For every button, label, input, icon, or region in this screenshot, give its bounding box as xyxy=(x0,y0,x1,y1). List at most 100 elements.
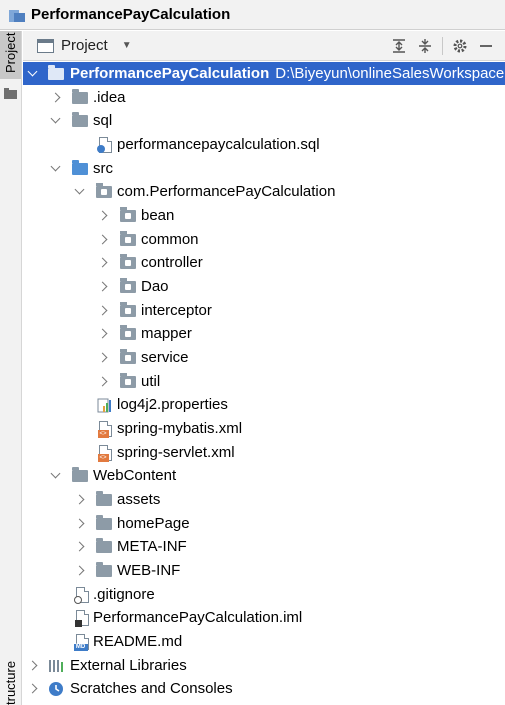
tree-node-controller[interactable]: controller xyxy=(23,251,505,274)
scratches-icon xyxy=(47,680,65,698)
tree-node-common[interactable]: common xyxy=(23,228,505,251)
minimize-icon xyxy=(480,45,492,47)
folder-icon[interactable] xyxy=(4,86,17,99)
library-icon xyxy=(47,657,65,675)
tree-node-log4j2[interactable]: log4j2.properties xyxy=(23,393,505,416)
md-badge: MD xyxy=(73,643,88,651)
folder-icon xyxy=(95,537,113,556)
side-tab-structure[interactable]: tructure xyxy=(0,641,21,705)
tree-node-scratches[interactable]: Scratches and Consoles xyxy=(23,677,505,700)
chevron-down-icon[interactable] xyxy=(73,186,85,198)
view-selector[interactable]: Project ▼ xyxy=(37,37,132,54)
tree-node-webcontent[interactable]: WebContent xyxy=(23,464,505,487)
tree-node-external-libraries[interactable]: External Libraries xyxy=(23,654,505,677)
tree-node-src[interactable]: src xyxy=(23,157,505,180)
chevron-right-icon[interactable] xyxy=(73,518,85,530)
expand-all-icon xyxy=(393,39,405,53)
chevron-right-icon[interactable] xyxy=(96,305,108,317)
tree-node-spring-mybatis[interactable]: <> spring-mybatis.xml xyxy=(23,417,505,440)
tree-node-spring-servlet[interactable]: <> spring-servlet.xml xyxy=(23,441,505,464)
tree-node-idea[interactable]: .idea xyxy=(23,86,505,109)
chevron-right-icon[interactable] xyxy=(96,210,108,222)
project-icon xyxy=(8,7,26,23)
folder-icon xyxy=(95,561,113,580)
tree-node-sql[interactable]: sql xyxy=(23,109,505,132)
tree-node-iml[interactable]: PerformancePayCalculation.iml xyxy=(23,606,505,629)
side-tab-project[interactable]: Project xyxy=(0,31,21,79)
tree-node-util[interactable]: util xyxy=(23,370,505,393)
chevron-right-icon[interactable] xyxy=(73,541,85,553)
chevron-right-icon[interactable] xyxy=(96,328,108,340)
tree-node-label: src xyxy=(93,160,113,177)
chevron-right-icon[interactable] xyxy=(96,376,108,388)
left-tool-strip: Project tructure xyxy=(0,31,22,705)
xml-file-icon: <> xyxy=(96,444,114,462)
iml-file-icon xyxy=(73,609,91,627)
tree-node-assets[interactable]: assets xyxy=(23,488,505,511)
side-tab-structure-label: tructure xyxy=(3,660,18,705)
tree-node-label: homePage xyxy=(117,515,190,532)
chevron-down-icon[interactable] xyxy=(49,470,61,482)
chevron-down-icon[interactable] xyxy=(26,68,38,80)
tree-node-label: mapper xyxy=(141,325,192,342)
tree-node-label: spring-mybatis.xml xyxy=(117,420,243,437)
side-tab-project-label: Project xyxy=(3,32,18,73)
tree-node-homepage[interactable]: homePage xyxy=(23,512,505,535)
chevron-right-icon[interactable] xyxy=(49,92,61,104)
tree-node-meta-inf[interactable]: META-INF xyxy=(23,535,505,558)
chevron-right-icon[interactable] xyxy=(73,565,85,577)
chevron-right-icon[interactable] xyxy=(26,683,38,695)
collapse-all-icon xyxy=(419,39,431,53)
package-icon xyxy=(119,253,137,272)
package-icon xyxy=(119,348,137,367)
tree-node-service[interactable]: service xyxy=(23,346,505,369)
package-icon xyxy=(119,206,137,225)
chevron-right-icon[interactable] xyxy=(26,660,38,672)
expand-all-button[interactable] xyxy=(386,35,412,57)
package-icon xyxy=(119,230,137,249)
tree-node-label: External Libraries xyxy=(70,657,187,674)
tree-node-gitignore[interactable]: .gitignore xyxy=(23,583,505,606)
root-path: D:\Biyeyun\onlineSalesWorkspace xyxy=(275,65,505,82)
gitignore-file-icon xyxy=(73,586,91,604)
tree-node-label: interceptor xyxy=(141,302,212,319)
chevron-down-icon[interactable] xyxy=(49,115,61,127)
tree-node-root[interactable]: PerformancePayCalculation D:\Biyeyun\onli… xyxy=(23,62,505,85)
tree-node-label: .gitignore xyxy=(93,586,155,603)
chevron-right-icon[interactable] xyxy=(73,494,85,506)
folder-icon xyxy=(95,514,113,533)
chevron-down-icon[interactable] xyxy=(49,163,61,175)
tree-node-readme[interactable]: MD README.md xyxy=(23,630,505,653)
tree-node-sql-file[interactable]: performancepaycalculation.sql xyxy=(23,133,505,156)
tree-node-web-inf[interactable]: WEB-INF xyxy=(23,559,505,582)
package-icon xyxy=(119,301,137,320)
root-label-group: PerformancePayCalculation D:\Biyeyun\onli… xyxy=(70,65,504,82)
tree-node-label: assets xyxy=(117,491,161,508)
window-title: PerformancePayCalculation xyxy=(31,6,231,23)
tree-node-label: Dao xyxy=(141,278,169,295)
tree-node-interceptor[interactable]: interceptor xyxy=(23,299,505,322)
package-icon xyxy=(119,324,137,343)
collapse-all-button[interactable] xyxy=(412,35,438,57)
tree-node-dao[interactable]: Dao xyxy=(23,275,505,298)
hide-button[interactable] xyxy=(473,35,499,57)
folder-icon xyxy=(71,111,89,130)
chevron-right-icon[interactable] xyxy=(96,281,108,293)
properties-file-icon xyxy=(96,396,114,414)
chevron-right-icon[interactable] xyxy=(96,352,108,364)
tree-node-mapper[interactable]: mapper xyxy=(23,322,505,345)
tree-node-bean[interactable]: bean xyxy=(23,204,505,227)
package-icon xyxy=(119,372,137,391)
tree-node-label: WebContent xyxy=(93,467,177,484)
tree-node-label: util xyxy=(141,373,161,390)
tree-node-label: .idea xyxy=(93,89,126,106)
tree-node-package[interactable]: com.PerformancePayCalculation xyxy=(23,180,505,203)
tree-node-label: bean xyxy=(141,207,175,224)
chevron-right-icon[interactable] xyxy=(96,234,108,246)
root-label: PerformancePayCalculation xyxy=(70,65,270,82)
tree-node-label: META-INF xyxy=(117,538,187,555)
settings-button[interactable] xyxy=(447,35,473,57)
chevron-down-icon: ▼ xyxy=(121,40,132,51)
folder-icon xyxy=(71,466,89,485)
chevron-right-icon[interactable] xyxy=(96,257,108,269)
